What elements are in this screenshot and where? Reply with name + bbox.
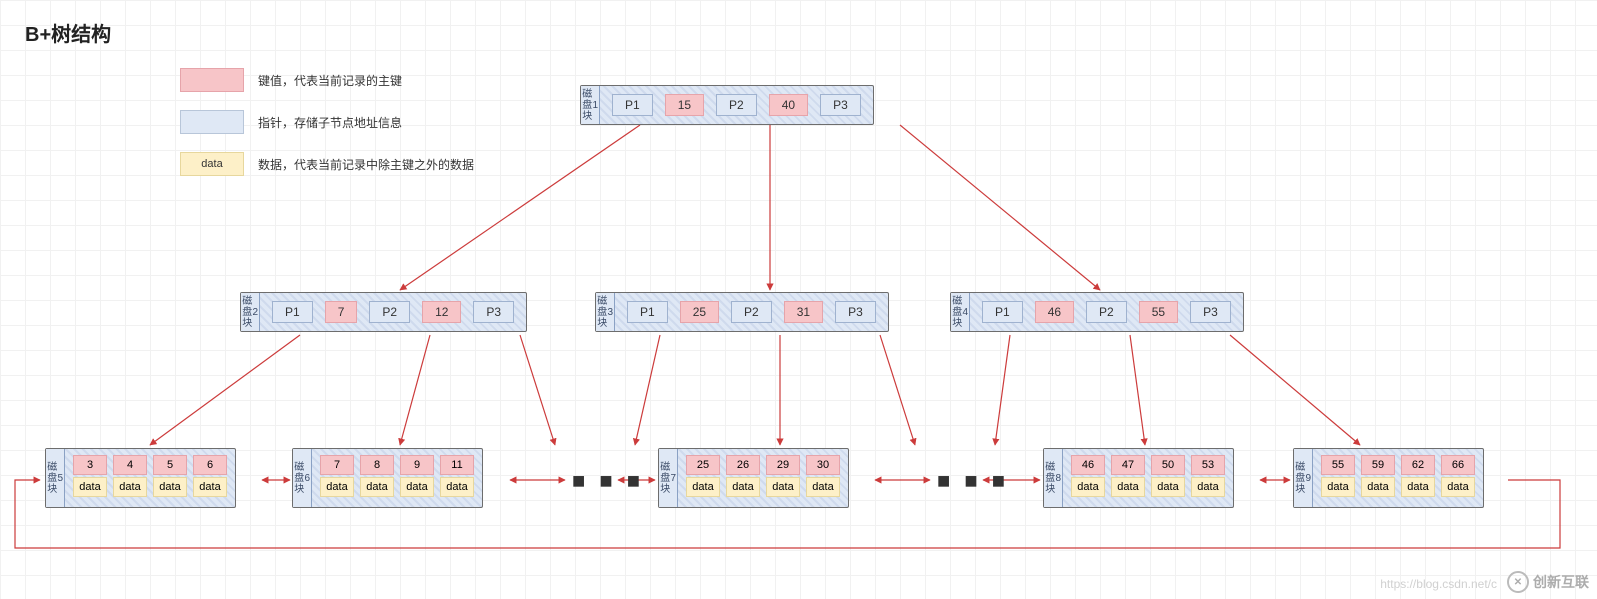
legend-row-key: 键值，代表当前记录的主键: [180, 68, 474, 92]
disk-block-8: 磁盘块8 46data 47data 50data 53data: [1043, 448, 1234, 508]
disk-block-2: 磁盘块2 P1 7 P2 12 P3: [240, 292, 527, 332]
cell-ptr: P3: [1190, 301, 1231, 323]
cell-ptr: P2: [731, 301, 772, 323]
disk-block-8-label: 磁盘块8: [1044, 449, 1063, 507]
disk-block-6-label: 磁盘块6: [293, 449, 312, 507]
leaf-col: 59data: [1361, 455, 1395, 501]
disk-block-3: 磁盘块3 P1 25 P2 31 P3: [595, 292, 889, 332]
legend-row-data: data 数据，代表当前记录中除主键之外的数据: [180, 152, 474, 176]
cell-ptr: P1: [982, 301, 1023, 323]
watermark-brand: ✕ 创新互联: [1507, 571, 1589, 593]
legend-row-ptr: 指针，存储子节点地址信息: [180, 110, 474, 134]
leaf-col: 5data: [153, 455, 187, 501]
leaf-col: 66data: [1441, 455, 1475, 501]
leaf-col: 9data: [400, 455, 434, 501]
cell-key: 25: [680, 301, 719, 323]
cell-key: 15: [665, 94, 704, 116]
cell-ptr: P2: [369, 301, 410, 323]
leaf-col: 7data: [320, 455, 354, 501]
legend-text-key: 键值，代表当前记录的主键: [258, 72, 402, 89]
disk-block-1: 磁盘块1 P1 15 P2 40 P3: [580, 85, 874, 125]
leaf-col: 53data: [1191, 455, 1225, 501]
diagram-canvas: B+树结构 键值，代表当前记录的主键 指针，存储子节点地址信息 data 数据，…: [0, 0, 1597, 599]
disk-block-5-label: 磁盘块5: [46, 449, 65, 507]
legend-text-data: 数据，代表当前记录中除主键之外的数据: [258, 156, 474, 173]
cell-ptr: P2: [1086, 301, 1127, 323]
watermark-url: https://blog.csdn.net/c: [1380, 577, 1497, 591]
disk-block-1-cells: P1 15 P2 40 P3: [600, 86, 873, 124]
leaf-col: 47data: [1111, 455, 1145, 501]
watermark-logo-icon: ✕: [1507, 571, 1529, 593]
leaf-col: 11data: [440, 455, 474, 501]
disk-block-2-label: 磁盘块2: [241, 293, 260, 331]
cell-ptr: P2: [716, 94, 757, 116]
leaf-col: 55data: [1321, 455, 1355, 501]
cell-key: 55: [1139, 301, 1178, 323]
disk-block-6: 磁盘块6 7data 8data 9data 11data: [292, 448, 483, 508]
leaf-col: 6data: [193, 455, 227, 501]
leaf-col: 62data: [1401, 455, 1435, 501]
disk-block-5: 磁盘块5 3data 4data 5data 6data: [45, 448, 236, 508]
leaf-col: 50data: [1151, 455, 1185, 501]
legend-swatch-ptr: [180, 110, 244, 134]
cell-ptr: P1: [612, 94, 653, 116]
cell-ptr: P3: [835, 301, 876, 323]
cell-ptr: P3: [820, 94, 861, 116]
legend-swatch-data: data: [180, 152, 244, 176]
diagram-title: B+树结构: [25, 18, 111, 47]
leaf-col: 26data: [726, 455, 760, 501]
disk-block-7: 磁盘块7 25data 26data 29data 30data: [658, 448, 849, 508]
cell-key: 7: [325, 301, 358, 323]
leaf-col: 3data: [73, 455, 107, 501]
leaf-col: 4data: [113, 455, 147, 501]
cell-ptr: P3: [473, 301, 514, 323]
legend: 键值，代表当前记录的主键 指针，存储子节点地址信息 data 数据，代表当前记录…: [180, 68, 474, 176]
disk-block-3-label: 磁盘块3: [596, 293, 615, 331]
disk-block-9: 磁盘块9 55data 59data 62data 66data: [1293, 448, 1484, 508]
disk-block-9-label: 磁盘块9: [1294, 449, 1313, 507]
legend-text-ptr: 指针，存储子节点地址信息: [258, 114, 402, 131]
cell-key: 31: [784, 301, 823, 323]
cell-ptr: P1: [627, 301, 668, 323]
ellipsis-icon: ■ ■ ■: [937, 468, 1009, 494]
disk-block-7-label: 磁盘块7: [659, 449, 678, 507]
cell-ptr: P1: [272, 301, 313, 323]
disk-block-4: 磁盘块4 P1 46 P2 55 P3: [950, 292, 1244, 332]
disk-block-1-label: 磁盘块1: [581, 86, 600, 124]
leaf-col: 30data: [806, 455, 840, 501]
legend-swatch-key: [180, 68, 244, 92]
disk-block-4-label: 磁盘块4: [951, 293, 970, 331]
leaf-col: 8data: [360, 455, 394, 501]
leaf-col: 25data: [686, 455, 720, 501]
cell-key: 46: [1035, 301, 1074, 323]
leaf-col: 46data: [1071, 455, 1105, 501]
leaf-col: 29data: [766, 455, 800, 501]
ellipsis-icon: ■ ■ ■: [572, 468, 644, 494]
cell-key: 40: [769, 94, 808, 116]
cell-key: 12: [422, 301, 461, 323]
